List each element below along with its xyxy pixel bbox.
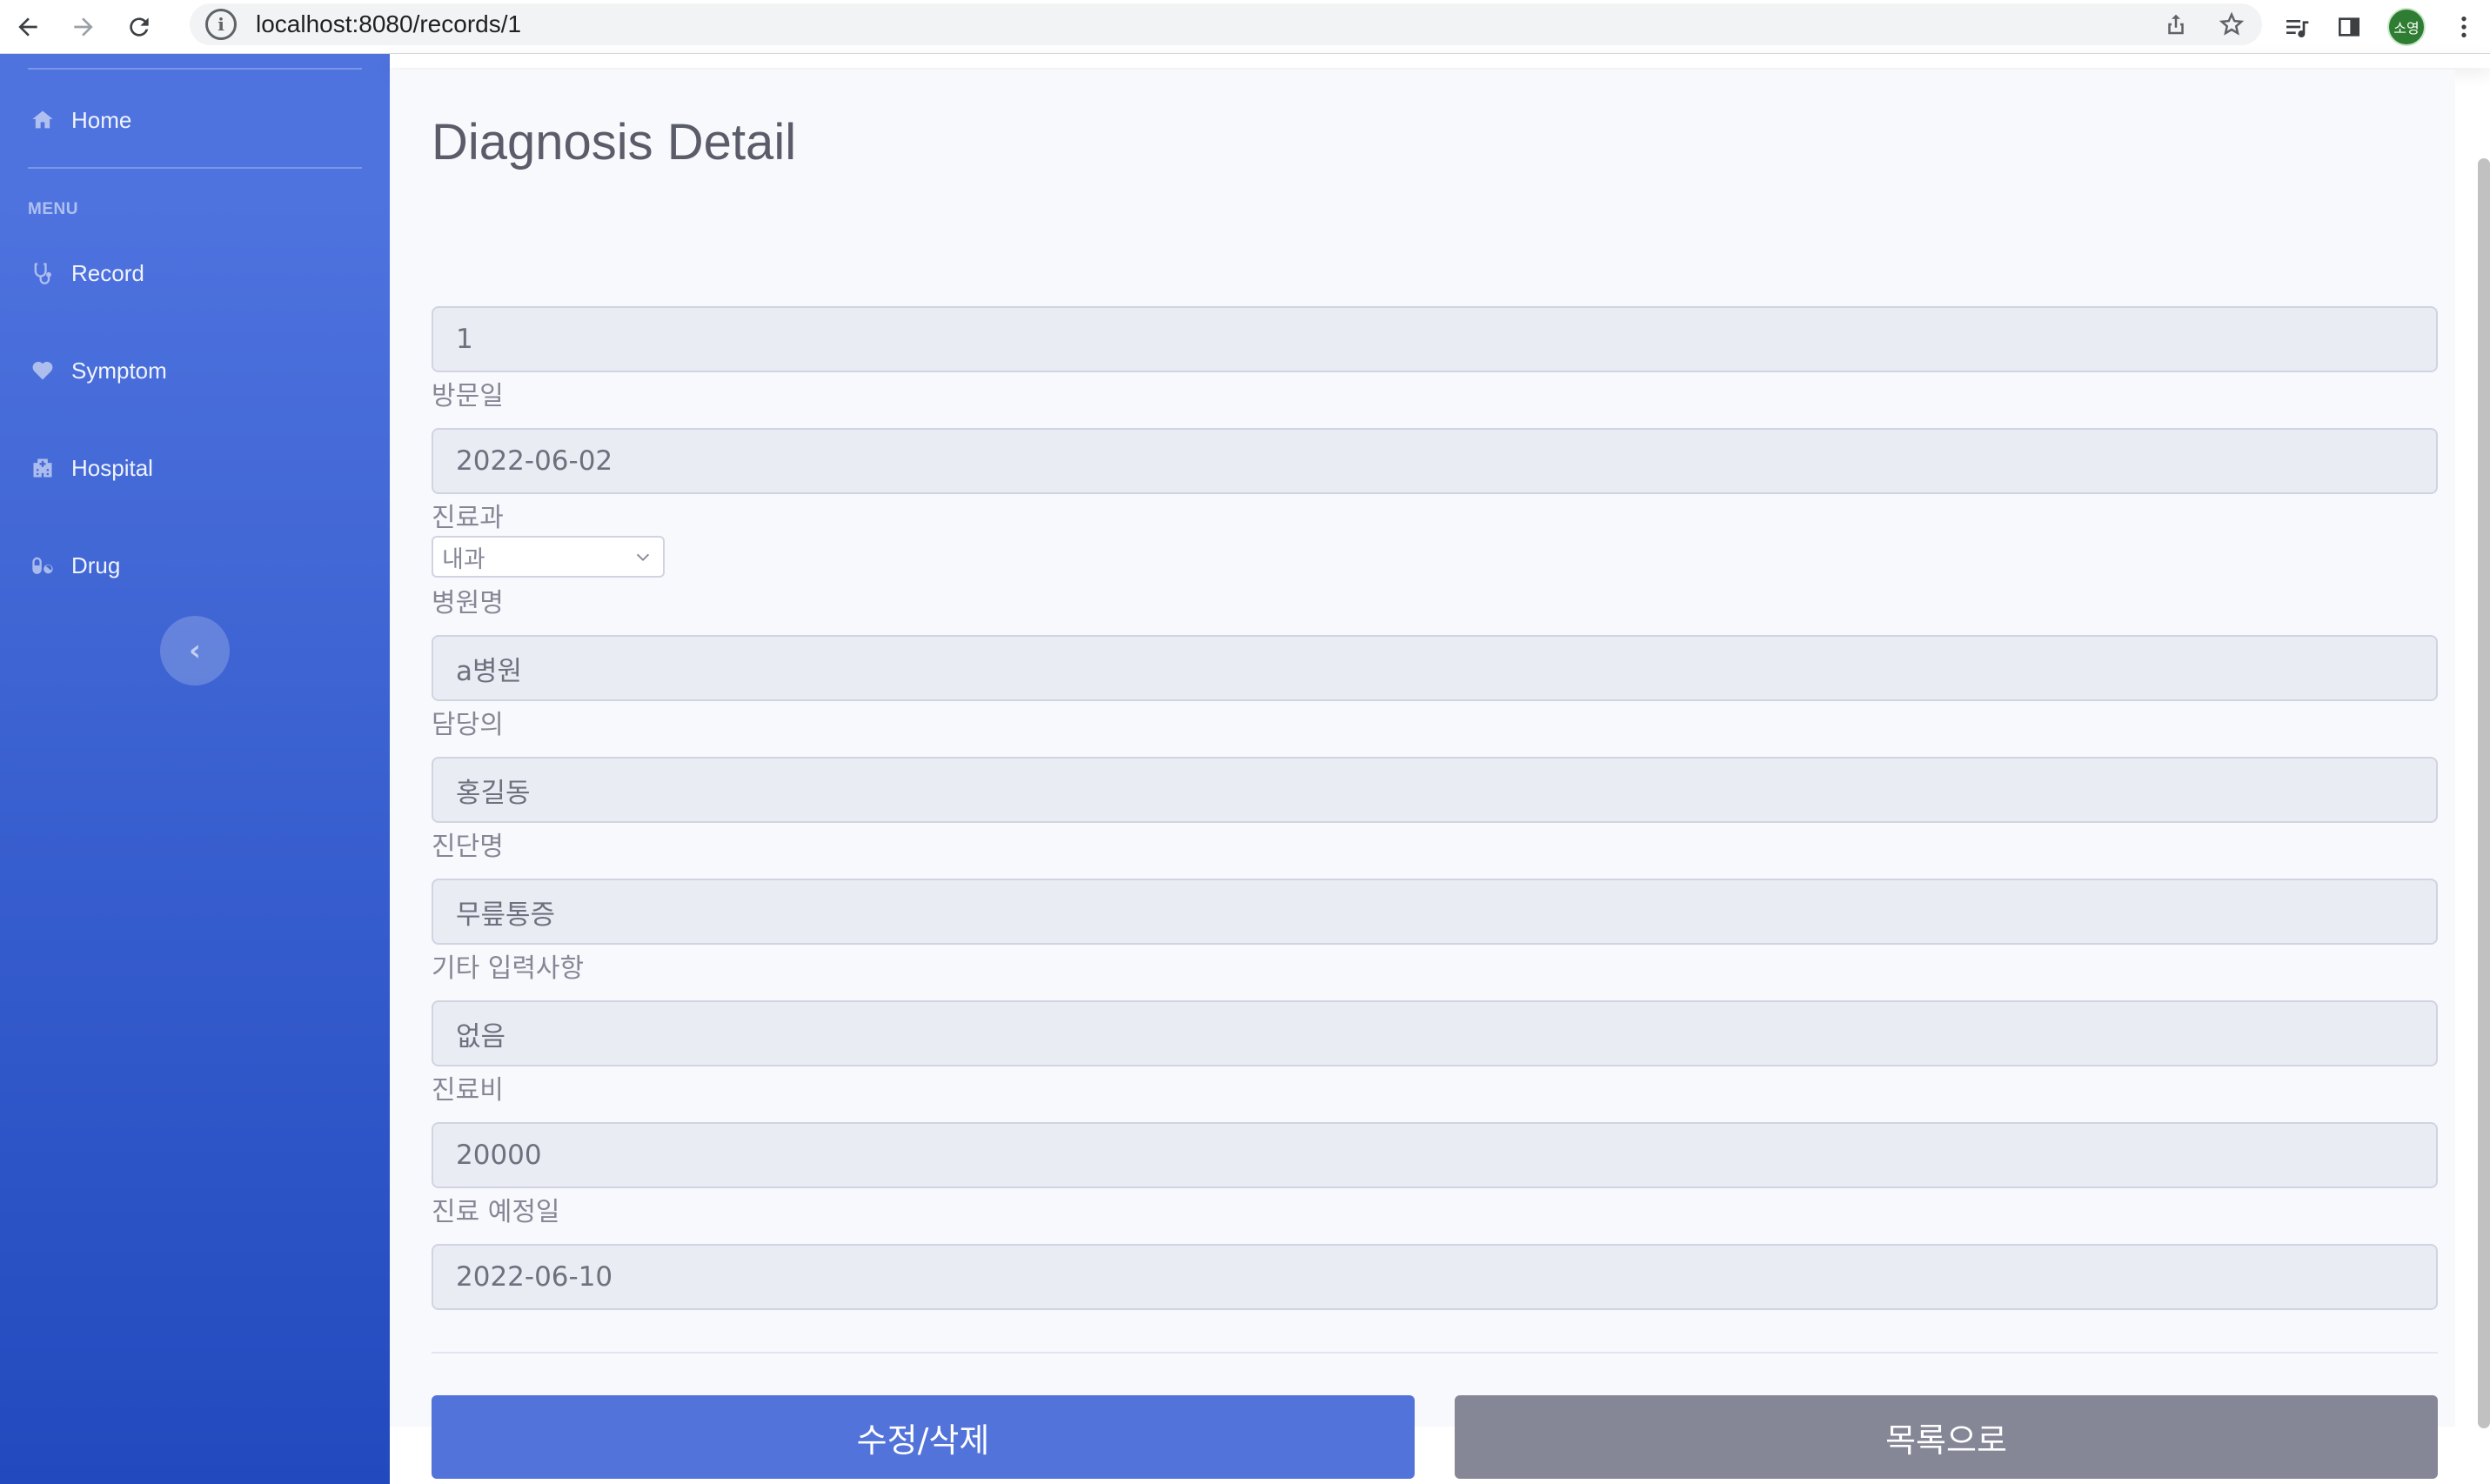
back-to-list-button[interactable]: 목록으로 (1455, 1395, 2438, 1479)
page-title: Diagnosis Detail (432, 114, 797, 170)
chevron-down-icon (636, 553, 650, 562)
notes-label: 기타 입력사항 (432, 953, 585, 984)
diagnosis-label: 진단명 (432, 832, 504, 862)
form-divider (432, 1352, 2438, 1354)
visit-date-label: 방문일 (432, 381, 504, 411)
id-field[interactable]: 1 (432, 306, 2438, 372)
chevron-left-icon: ‹ (188, 633, 201, 668)
department-label: 진료과 (432, 503, 504, 533)
star-icon[interactable] (2219, 11, 2245, 37)
side-panel-icon[interactable] (2335, 13, 2363, 41)
hospital-label: 병원명 (432, 588, 504, 618)
visit-date-field[interactable]: 2022-06-02 (432, 428, 2438, 494)
fee-field[interactable]: 20000 (432, 1122, 2438, 1188)
content-card: Diagnosis Detail 1 방문일 2022-06-02 진료과 내과… (390, 70, 2455, 1479)
hospital-field[interactable]: a병원 (432, 635, 2438, 701)
department-selected-value: 내과 (442, 545, 485, 573)
reload-icon (130, 17, 149, 37)
department-select[interactable]: 내과 (432, 536, 665, 578)
stethoscope-icon (28, 258, 57, 288)
sidebar-item-drug[interactable]: Drug (28, 541, 362, 590)
doctor-label: 담당의 (432, 710, 504, 740)
sidebar-divider (28, 167, 362, 169)
main-area: Diagnosis Detail 1 방문일 2022-06-02 진료과 내과… (390, 54, 2490, 1484)
next-visit-label: 진료 예정일 (432, 1197, 560, 1227)
sidebar-item-symptom[interactable]: Symptom (28, 346, 362, 395)
fee-label: 진료비 (432, 1075, 504, 1106)
forward-button[interactable] (56, 0, 111, 54)
share-icon[interactable] (2163, 11, 2189, 37)
capsules-icon (28, 551, 57, 580)
address-bar[interactable]: i localhost:8080/records/1 (190, 3, 2262, 45)
back-button[interactable] (0, 0, 56, 54)
reading-list-icon[interactable] (2283, 13, 2311, 41)
sidebar-item-record[interactable]: Record (28, 249, 362, 297)
arrow-left-icon (18, 17, 37, 37)
sidebar-heading: MENU (28, 200, 78, 218)
sidebar-item-hospital[interactable]: Hospital (28, 444, 362, 492)
reload-button[interactable] (111, 0, 167, 54)
hospital-icon (28, 453, 57, 483)
sidebar-toggle-button[interactable]: ‹ (160, 616, 230, 685)
sidebar-item-label: Home (71, 106, 132, 133)
topbar (390, 54, 2490, 68)
url-text[interactable]: localhost:8080/records/1 (256, 10, 521, 38)
notes-field[interactable]: 없음 (432, 1000, 2438, 1066)
sidebar-item-label: Record (71, 259, 144, 286)
sidebar-item-label: Symptom (71, 357, 167, 384)
next-visit-field[interactable]: 2022-06-10 (432, 1244, 2438, 1310)
sidebar-item-label: Hospital (71, 454, 153, 481)
diagnosis-field[interactable]: 무릎통증 (432, 879, 2438, 945)
kebab-menu-icon[interactable] (2450, 13, 2478, 41)
sidebar-item-home[interactable]: Home (28, 96, 362, 144)
arrow-right-icon (74, 17, 93, 37)
edit-delete-button[interactable]: 수정/삭제 (432, 1395, 1415, 1479)
sidebar: Home MENU Record Symptom Hospital Drug ‹ (0, 54, 390, 1484)
sidebar-divider (28, 68, 362, 70)
sidebar-item-label: Drug (71, 551, 121, 578)
doctor-field[interactable]: 홍길동 (432, 757, 2438, 823)
site-info-icon[interactable]: i (205, 9, 237, 40)
heartbeat-icon (28, 356, 57, 385)
browser-toolbar: i localhost:8080/records/1 소영 (0, 0, 2490, 54)
scrollbar[interactable] (2478, 158, 2490, 1428)
profile-avatar[interactable]: 소영 (2387, 8, 2426, 46)
home-icon (28, 105, 57, 135)
